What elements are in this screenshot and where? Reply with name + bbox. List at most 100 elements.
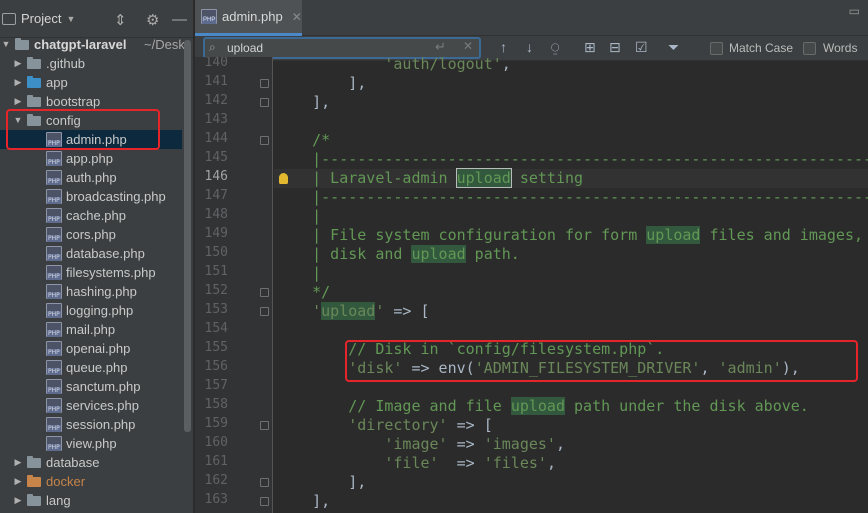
previous-occurrence-icon[interactable]: ↑ <box>500 39 507 55</box>
next-occurrence-icon[interactable]: ↓ <box>526 39 533 55</box>
tree-item[interactable]: ▶ docker <box>0 472 182 491</box>
code-line[interactable]: 'image' => 'images', <box>276 435 565 454</box>
project-panel-title[interactable]: Project <box>21 11 61 26</box>
tree-item[interactable]: ▶ database <box>0 453 182 472</box>
code-line[interactable]: 'directory' => [ <box>276 416 493 435</box>
tree-item[interactable]: ▶ .github <box>0 54 182 73</box>
code-line[interactable]: | <box>276 207 321 226</box>
code-line[interactable]: | <box>276 264 321 283</box>
line-number: 143 <box>204 112 228 127</box>
clear-search-icon[interactable]: ✕ <box>463 39 473 53</box>
code-line[interactable]: 'upload' => [ <box>276 302 430 321</box>
code-area[interactable]: 140 141 142 143 144 145 146 147 148 149 150 151 152 1… <box>195 57 868 513</box>
new-line-icon[interactable]: ↵ <box>435 39 446 55</box>
tree-item[interactable]: database.php <box>0 244 182 263</box>
tree-item-label: docker <box>46 474 86 489</box>
php-file-icon <box>46 322 62 337</box>
tree-item-label: mail.php <box>66 322 116 337</box>
match-case-checkbox[interactable] <box>710 42 723 55</box>
hide-panel-icon[interactable]: — <box>172 11 187 28</box>
chevron-right-icon[interactable]: ▶ <box>13 453 23 472</box>
tree-item[interactable]: broadcasting.php <box>0 187 182 206</box>
php-file-icon <box>46 208 62 223</box>
tree-item-label: hashing.php <box>66 284 137 299</box>
php-file-icon <box>46 436 62 451</box>
tree-item[interactable]: app.php <box>0 149 182 168</box>
words-checkbox[interactable] <box>803 42 816 55</box>
search-icon[interactable]: ⌕ <box>209 40 216 55</box>
tree-item-label: lang <box>46 493 71 508</box>
code-line[interactable]: */ <box>276 283 330 302</box>
line-number: 160 <box>204 435 228 450</box>
tree-item[interactable]: mail.php <box>0 320 182 339</box>
tree-item-label: broadcasting.php <box>66 189 166 204</box>
folder-icon <box>27 57 41 69</box>
tree-item-label: auth.php <box>66 170 117 185</box>
fold-marker-icon[interactable] <box>260 98 269 107</box>
code-line[interactable]: ], <box>276 492 330 511</box>
php-file-icon <box>46 170 62 185</box>
tree-item[interactable]: cors.php <box>0 225 182 244</box>
tree-item[interactable]: view.php <box>0 434 182 453</box>
chevron-down-icon[interactable]: ▼ <box>66 14 75 24</box>
tree-item[interactable]: ▶ app <box>0 73 182 92</box>
fold-marker-icon[interactable] <box>260 307 269 316</box>
close-icon[interactable]: ✕ <box>292 10 302 24</box>
fold-marker-icon[interactable] <box>260 421 269 430</box>
tree-item[interactable]: ▶ lang <box>0 491 182 510</box>
fold-marker-icon[interactable] <box>260 136 269 145</box>
remove-occurrence-icon[interactable]: ⊟ <box>609 39 621 56</box>
line-number: 153 <box>204 302 228 317</box>
select-all-occurrences-icon[interactable]: ☑ <box>635 39 648 56</box>
search-box[interactable]: ⌕ ↵ ✕ <box>203 37 481 59</box>
filter-icon[interactable]: ⏷ <box>668 39 679 56</box>
chevron-right-icon[interactable]: ▶ <box>13 73 23 92</box>
folder-icon <box>27 475 41 487</box>
tree-item[interactable]: queue.php <box>0 358 182 377</box>
code-line[interactable]: | Laravel-admin upload setting <box>276 168 583 188</box>
tree-item[interactable]: openai.php <box>0 339 182 358</box>
tree-item-label: openai.php <box>66 341 131 356</box>
tree-item[interactable]: auth.php <box>0 168 182 187</box>
chevron-right-icon[interactable]: ▶ <box>13 54 23 73</box>
code-line[interactable]: 'auth/logout', <box>276 57 510 74</box>
find-all-icon[interactable]: ⍜ <box>551 39 559 56</box>
code-line[interactable]: |---------------------------------------… <box>276 188 868 207</box>
tree-item[interactable]: filesystems.php <box>0 263 182 282</box>
collapse-all-icon[interactable]: ⇕ <box>114 11 127 29</box>
fold-marker-icon[interactable] <box>260 478 269 487</box>
project-panel-header: Project ▼ ⇕ ⚙ — <box>0 0 193 38</box>
line-number: 157 <box>204 378 228 393</box>
gear-icon[interactable]: ⚙ <box>146 11 159 29</box>
chevron-right-icon[interactable]: ▶ <box>13 472 23 491</box>
fold-marker-icon[interactable] <box>260 79 269 88</box>
search-input[interactable] <box>227 40 427 56</box>
fold-marker-icon[interactable] <box>260 288 269 297</box>
tree-item[interactable]: services.php <box>0 396 182 415</box>
add-occurrence-icon[interactable]: ⊞ <box>584 39 596 56</box>
tree-item[interactable]: hashing.php <box>0 282 182 301</box>
code-line[interactable]: 'file' => 'files', <box>276 454 556 473</box>
tree-item-path: ~/Desk <box>144 37 185 52</box>
code-line[interactable]: ], <box>276 473 366 492</box>
line-number: 156 <box>204 359 228 374</box>
tree-item-label: logging.php <box>66 303 134 318</box>
code-line[interactable]: ], <box>276 93 330 112</box>
tree-item[interactable]: logging.php <box>0 301 182 320</box>
code-line[interactable]: /* <box>276 131 330 150</box>
fold-marker-icon[interactable] <box>260 497 269 506</box>
project-scrollbar[interactable] <box>184 40 191 432</box>
code-line[interactable]: // Image and file upload path under the … <box>276 397 809 416</box>
chevron-right-icon[interactable]: ▶ <box>13 491 23 510</box>
tab-menu-icon[interactable]: ▭ <box>849 4 860 18</box>
tree-item[interactable]: session.php <box>0 415 182 434</box>
chevron-down-icon[interactable]: ▼ <box>1 35 11 54</box>
tree-item[interactable]: cache.php <box>0 206 182 225</box>
tree-item[interactable]: ▼ chatgpt-laravel ~/Desk <box>0 35 185 54</box>
code-line[interactable]: |---------------------------------------… <box>276 150 868 169</box>
tree-item[interactable]: sanctum.php <box>0 377 182 396</box>
tab-admin-php[interactable]: admin.php ✕ <box>195 0 302 36</box>
code-line[interactable]: | File system configuration for form upl… <box>276 226 868 245</box>
code-line[interactable]: ], <box>276 74 366 93</box>
code-line[interactable]: | disk and upload path. <box>276 245 520 264</box>
